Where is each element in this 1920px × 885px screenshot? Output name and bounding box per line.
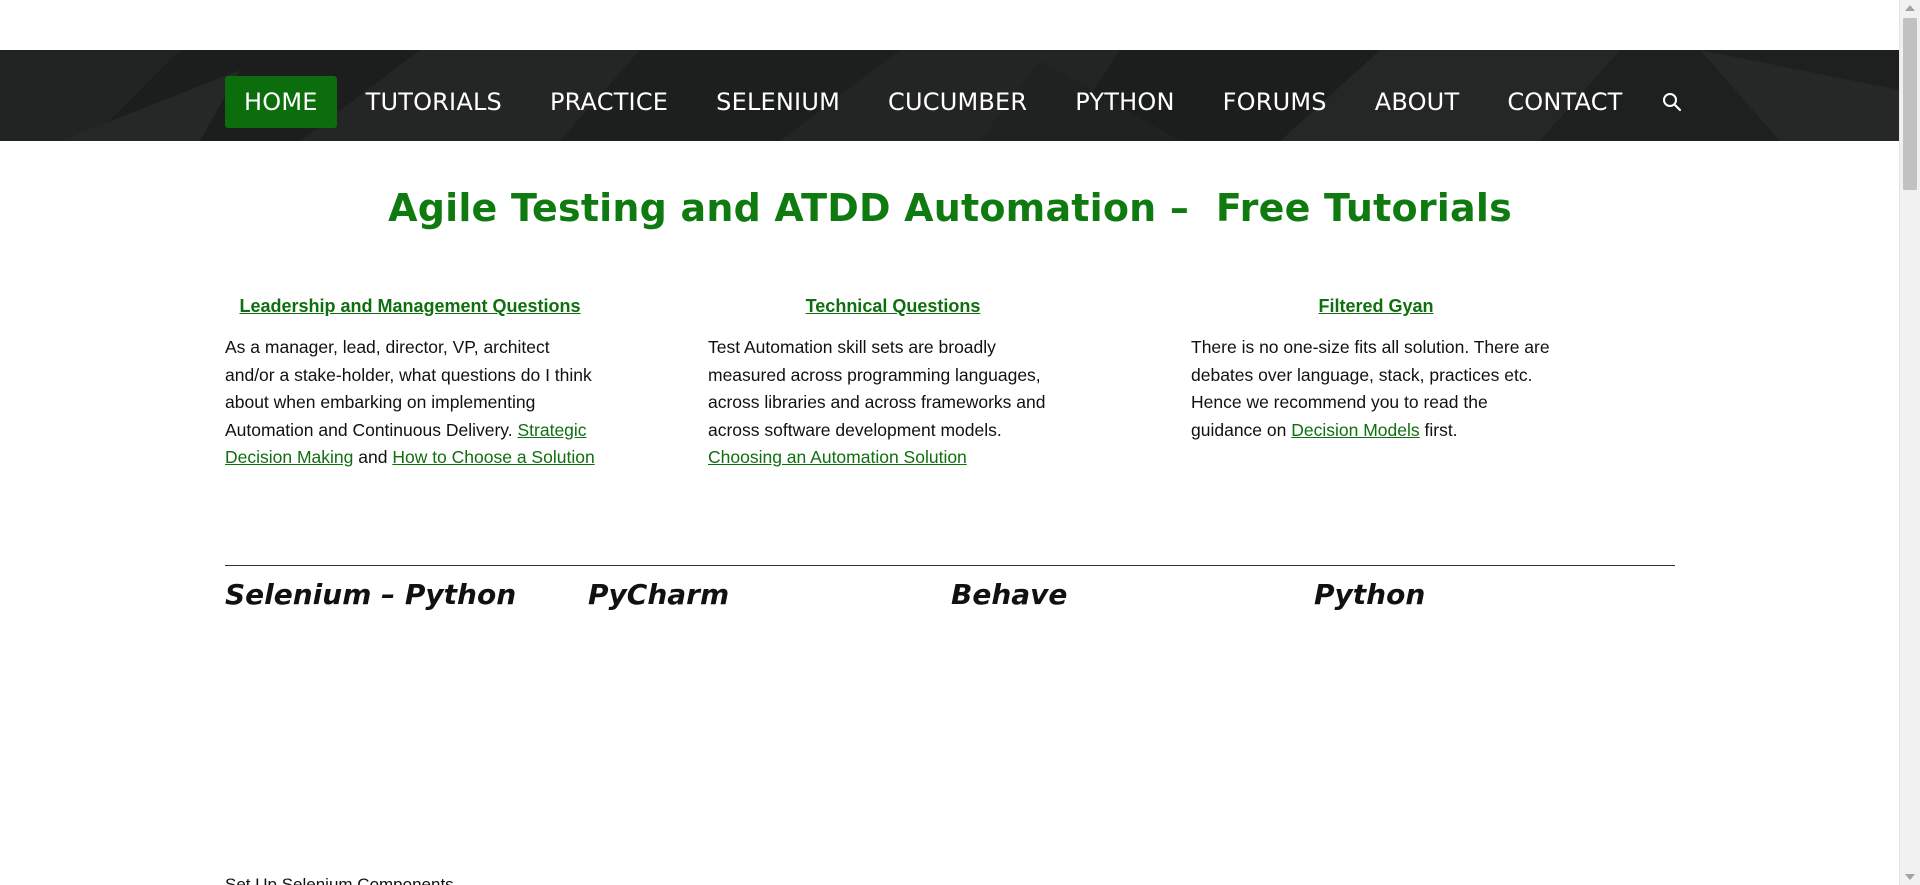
leadership-description: As a manager, lead, director, VP, archit… — [225, 334, 595, 472]
nav-item-contact[interactable]: CONTACT — [1488, 76, 1641, 128]
search-button[interactable] — [1652, 76, 1692, 128]
leadership-column: Leadership and Management Questions As a… — [225, 296, 595, 472]
nav-item-cucumber[interactable]: CUCUMBER — [869, 76, 1046, 128]
topic-python: Python — [1314, 578, 1426, 611]
page: HOME TUTORIALS PRACTICE SELENIUM CUCUMBE… — [0, 0, 1920, 885]
topic-behave: Behave — [951, 578, 1068, 611]
technical-heading-link[interactable]: Technical Questions — [806, 296, 981, 316]
nav-item-practice[interactable]: PRACTICE — [531, 76, 687, 128]
nav-item-home[interactable]: HOME — [225, 76, 337, 128]
filtered-gyan-tail: first. — [1419, 419, 1458, 440]
choosing-automation-solution-link[interactable]: Choosing an Automation Solution — [708, 447, 967, 467]
nav-item-python[interactable]: PYTHON — [1056, 76, 1193, 128]
decision-models-link[interactable]: Decision Models — [1291, 420, 1419, 440]
search-icon — [1662, 93, 1681, 112]
how-to-choose-solution-link[interactable]: How to Choose a Solution — [392, 447, 594, 467]
filtered-gyan-description: There is no one-size fits all solution. … — [1191, 334, 1561, 444]
setup-selenium-components-text: Set Up Selenium Components — [225, 875, 454, 885]
nav-menu: HOME TUTORIALS PRACTICE SELENIUM CUCUMBE… — [225, 76, 1692, 128]
main-navigation: HOME TUTORIALS PRACTICE SELENIUM CUCUMBE… — [0, 50, 1900, 141]
filtered-gyan-column: Filtered Gyan There is no one-size fits … — [1191, 296, 1561, 444]
technical-heading: Technical Questions — [708, 296, 1078, 317]
scroll-up-icon[interactable] — [1905, 5, 1915, 11]
leadership-heading-link[interactable]: Leadership and Management Questions — [239, 296, 580, 316]
technical-description: Test Automation skill sets are broadly m… — [708, 334, 1078, 472]
nav-item-tutorials[interactable]: TUTORIALS — [347, 76, 521, 128]
section-divider — [225, 565, 1675, 566]
nav-item-forums[interactable]: FORUMS — [1204, 76, 1346, 128]
topic-selenium-python: Selenium – Python — [225, 578, 517, 611]
scroll-down-icon[interactable] — [1905, 874, 1915, 880]
page-title: Agile Testing and ATDD Automation – Free… — [388, 186, 1512, 230]
technical-text: Test Automation skill sets are broadly m… — [708, 337, 1046, 440]
scrollbar-thumb[interactable] — [1903, 18, 1917, 190]
leadership-heading: Leadership and Management Questions — [225, 296, 595, 317]
nav-item-about[interactable]: ABOUT — [1356, 76, 1479, 128]
filtered-gyan-heading-link[interactable]: Filtered Gyan — [1318, 296, 1433, 316]
topic-pycharm: PyCharm — [588, 578, 730, 611]
vertical-scrollbar[interactable] — [1899, 0, 1920, 885]
technical-column: Technical Questions Test Automation skil… — [708, 296, 1078, 472]
nav-item-selenium[interactable]: SELENIUM — [697, 76, 859, 128]
leadership-and-text: and — [353, 447, 393, 467]
filtered-gyan-heading: Filtered Gyan — [1191, 296, 1561, 317]
